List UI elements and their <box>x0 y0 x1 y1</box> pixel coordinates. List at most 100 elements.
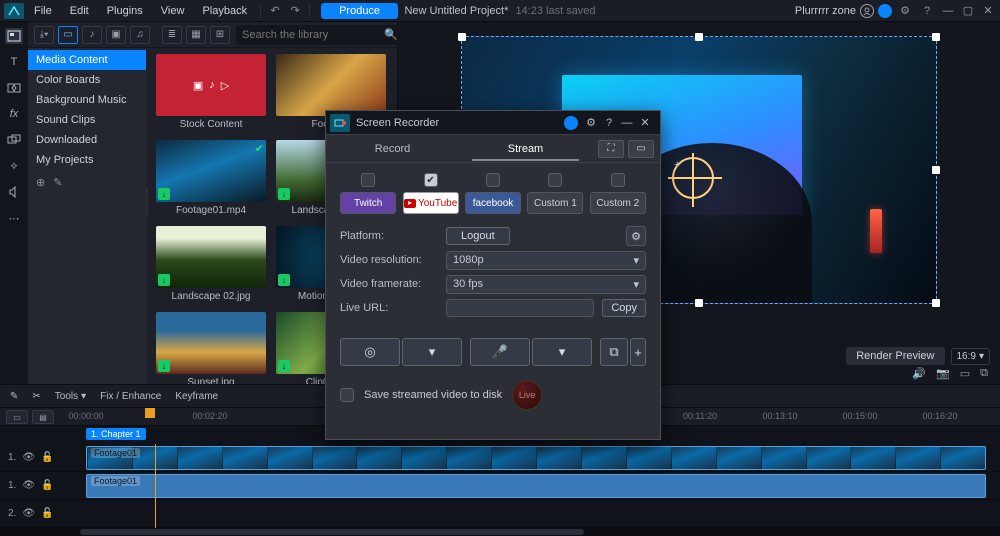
sidebar-item-downloaded[interactable]: Downloaded <box>28 130 146 150</box>
rail-more-icon[interactable]: ⋯ <box>5 210 23 226</box>
fix-enhance-button[interactable]: Fix / Enhance <box>100 391 161 402</box>
scrollbar-thumb[interactable] <box>80 529 584 535</box>
service-custom1-button[interactable]: Custom 1 <box>527 192 583 214</box>
resize-handle[interactable] <box>932 166 940 174</box>
filter-video-icon[interactable]: ♪ <box>82 26 102 44</box>
dialog-settings-icon[interactable]: ⚙ <box>582 116 600 129</box>
menu-edit[interactable]: Edit <box>62 2 97 20</box>
overlay-toggle-button[interactable]: ⧉ <box>600 338 628 366</box>
service-checkbox-twitch[interactable] <box>361 173 375 187</box>
resize-handle[interactable] <box>695 33 703 41</box>
go-live-button[interactable]: Live <box>512 380 542 410</box>
settings-gear-icon[interactable]: ⚙ <box>896 3 914 19</box>
overlay-add-button[interactable]: + <box>630 338 646 366</box>
playhead-line[interactable] <box>155 444 156 528</box>
notifications-icon[interactable] <box>878 4 892 18</box>
timeline-view2-icon[interactable]: ▤ <box>32 410 54 424</box>
logout-button[interactable]: Logout <box>446 227 510 245</box>
window-close-icon[interactable]: ✕ <box>980 4 996 17</box>
filter-image-icon[interactable]: ▣ <box>106 26 126 44</box>
tag-edit-icon[interactable]: ✎ <box>53 176 62 189</box>
resize-handle[interactable] <box>932 33 940 41</box>
window-minimize-icon[interactable]: — <box>940 5 956 17</box>
timeline-audio-clip[interactable]: Footage01 <box>86 474 986 498</box>
redo-icon[interactable]: ↷ <box>286 3 304 19</box>
tab-stream[interactable]: Stream <box>459 138 592 160</box>
view-grid-icon[interactable]: ▦ <box>186 26 206 44</box>
dialog-minimize-icon[interactable]: — <box>618 117 636 129</box>
scissors-icon[interactable]: ✂ <box>32 391 40 402</box>
service-checkbox-youtube[interactable]: ✔ <box>424 173 438 187</box>
sidebar-collapse-handle[interactable]: ‹ <box>146 188 148 216</box>
rail-audio-icon[interactable] <box>5 184 23 200</box>
library-search[interactable]: 🔍 <box>236 25 404 45</box>
menu-view[interactable]: View <box>153 2 193 20</box>
menu-plugins[interactable]: Plugins <box>99 2 151 20</box>
track-visibility-icon[interactable]: 👁 <box>22 480 35 491</box>
service-checkbox-custom2[interactable] <box>611 173 625 187</box>
chapter-marker[interactable]: 1. Chapter 1 <box>86 428 146 440</box>
capture-window-icon[interactable]: ▭ <box>628 140 654 158</box>
tab-record[interactable]: Record <box>326 138 459 160</box>
track-visibility-icon[interactable]: 👁 <box>22 452 35 463</box>
service-twitch-button[interactable]: Twitch <box>340 192 396 214</box>
playhead-icon[interactable] <box>145 408 155 418</box>
center-target-icon[interactable]: + <box>672 157 714 199</box>
service-checkbox-custom1[interactable] <box>548 173 562 187</box>
dialog-close-icon[interactable]: ✕ <box>636 116 654 129</box>
track-visibility-icon[interactable]: 👁 <box>22 508 35 519</box>
filter-audio-icon[interactable]: ♫ <box>130 26 150 44</box>
framerate-select[interactable]: 30 fps▾ <box>446 275 646 294</box>
resolution-select[interactable]: 1080p▾ <box>446 251 646 270</box>
capture-fullscreen-icon[interactable]: ⛶ <box>598 140 624 158</box>
menu-file[interactable]: File <box>26 2 60 20</box>
microphone-toggle-button[interactable]: 🎤 <box>470 338 530 366</box>
sidebar-item-my-projects[interactable]: My Projects <box>28 150 146 170</box>
resize-handle[interactable] <box>932 299 940 307</box>
platform-settings-icon[interactable]: ⚙ <box>626 226 646 246</box>
service-custom2-button[interactable]: Custom 2 <box>590 192 646 214</box>
track-lock-icon[interactable]: 🔓 <box>41 452 53 463</box>
pencil-icon[interactable]: ✎ <box>10 391 18 402</box>
timeline-view1-icon[interactable]: ▭ <box>6 410 28 424</box>
search-input[interactable] <box>242 29 384 41</box>
help-icon[interactable]: ? <box>918 3 936 19</box>
window-restore-icon[interactable]: ▢ <box>960 4 976 17</box>
webcam-dropdown[interactable]: ▾ <box>402 338 462 366</box>
undo-icon[interactable]: ↶ <box>266 3 284 19</box>
sidebar-item-sound-clips[interactable]: Sound Clips <box>28 110 146 130</box>
view-detail-icon[interactable]: ⊞ <box>210 26 230 44</box>
rail-effects-icon[interactable]: fx <box>5 106 23 122</box>
menu-playback[interactable]: Playback <box>194 2 255 20</box>
track-lock-icon[interactable]: 🔓 <box>41 508 53 519</box>
rail-media-icon[interactable] <box>5 28 23 44</box>
track-lock-icon[interactable]: 🔓 <box>41 480 53 491</box>
rail-overlay-icon[interactable] <box>5 132 23 148</box>
snapshot-icon[interactable]: 📷 <box>936 367 950 380</box>
resize-handle[interactable] <box>695 299 703 307</box>
dock-icon[interactable]: ▭ <box>960 367 970 380</box>
user-avatar-icon[interactable] <box>860 4 874 18</box>
volume-icon[interactable]: 🔊 <box>912 367 926 380</box>
timeline-clip[interactable]: Footage01 <box>86 446 986 470</box>
copy-url-button[interactable]: Copy <box>602 299 646 317</box>
view-list-icon[interactable]: ≣ <box>162 26 182 44</box>
service-checkbox-facebook[interactable] <box>486 173 500 187</box>
tag-add-icon[interactable]: ⊕ <box>36 176 45 189</box>
tools-dropdown[interactable]: Tools ▾ <box>55 391 86 402</box>
thumb-sunset[interactable]: ↓ Sunset.jpg <box>156 312 266 384</box>
service-youtube-button[interactable]: YouTube <box>403 192 459 214</box>
webcam-toggle-button[interactable]: ◎ <box>340 338 400 366</box>
dialog-account-icon[interactable] <box>564 116 578 130</box>
render-preview-button[interactable]: Render Preview <box>846 347 944 365</box>
search-icon[interactable]: 🔍 <box>384 28 398 41</box>
aspect-ratio-select[interactable]: 16:9▾ <box>951 348 991 365</box>
filter-all-icon[interactable]: ▭ <box>58 26 78 44</box>
sidebar-item-color-boards[interactable]: Color Boards <box>28 70 146 90</box>
import-menu-icon[interactable]: ⤓▾ <box>34 26 54 44</box>
sidebar-item-media-content[interactable]: Media Content <box>28 50 146 70</box>
rail-particle-icon[interactable]: ⟡ <box>5 158 23 174</box>
popout-icon[interactable]: ⧉ <box>980 367 988 380</box>
thumb-landscape02[interactable]: ↓ Landscape 02.jpg <box>156 226 266 302</box>
rail-title-icon[interactable]: T <box>5 54 23 70</box>
